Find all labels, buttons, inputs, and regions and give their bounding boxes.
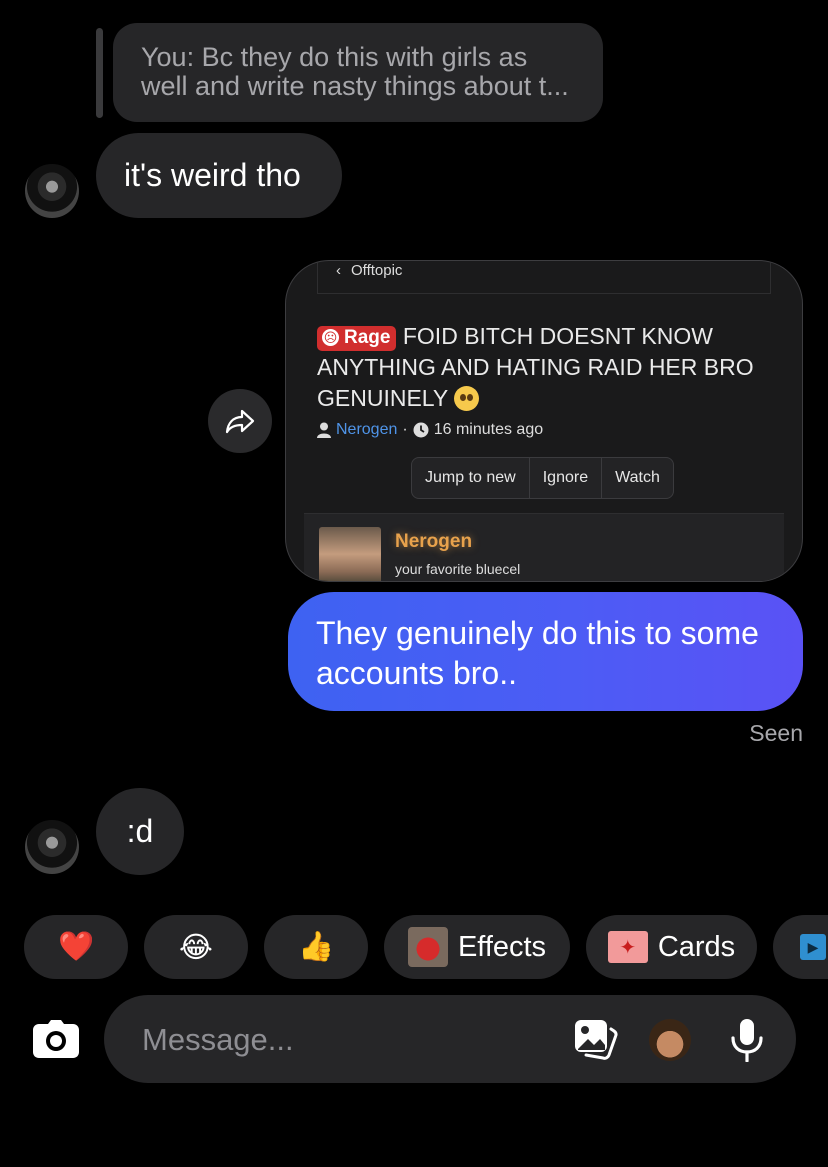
gallery-button[interactable] [573,1017,619,1063]
reply-quote-line-1: You: Bc they do this with girls as [141,43,528,72]
incoming-message-text: :d [126,813,154,849]
poster-avatar[interactable] [319,527,381,581]
forward-button[interactable] [208,389,272,453]
reply-indicator-bar [96,28,103,118]
play-icon: ▶ [800,934,826,960]
gallery-icon [575,1020,618,1060]
thread-author-link[interactable]: Nerogen [336,421,397,439]
thread-title[interactable]: ☹ Rage FOID BITCH DOESNT KNOW ANYTHING A… [317,321,767,414]
more-reactions-button[interactable]: ▶ [773,915,828,979]
message-composer [104,995,796,1083]
quick-reaction-thumbs-up[interactable]: 👍 [264,915,368,979]
reply-quote[interactable]: You: Bc they do this with girls as well … [113,23,603,122]
laughing-face-icon: 😂 [179,931,213,964]
thread-title-line-1: FOID BITCH DOESNT KNOW [402,323,713,349]
cards-label: Cards [657,930,736,963]
thread-title-line-2: ANYTHING AND HATING RAID HER BRO [317,354,754,380]
rage-badge: ☹ Rage [317,325,397,351]
sender-avatar[interactable] [25,820,79,874]
incoming-message[interactable]: it's weird tho [96,133,342,218]
effects-icon [407,927,448,967]
sticker-button[interactable] [647,1017,693,1063]
angry-face-icon: ☹ [322,329,339,346]
quick-reaction-laugh[interactable]: 😂 [144,915,248,979]
breadcrumb[interactable]: ‹ Offtopic [336,262,402,279]
incoming-message[interactable]: :d [96,788,184,875]
user-icon [317,422,331,438]
quick-reaction-heart[interactable]: ❤️ [24,915,128,979]
pleading-face-icon [454,386,480,411]
rage-badge-label: Rage [344,326,391,348]
shared-post-card[interactable]: ‹ Offtopic ☹ Rage FOID BITCH DOESNT KNOW… [285,260,803,582]
clock-icon [413,422,429,438]
poster-name[interactable]: Nerogen [395,531,472,553]
breadcrumb-label: Offtopic [351,262,403,279]
gift-card-icon: ✦ [607,931,648,963]
voice-message-button[interactable] [724,1017,770,1063]
poster-subtitle: your favorite bluecel [395,561,521,577]
chevron-left-icon: ‹ [336,262,341,279]
forward-icon [225,409,255,434]
outgoing-message-line-2: accounts bro.. [316,655,517,691]
thread-time: 16 minutes ago [433,421,544,438]
thumbs-up-icon: 👍 [297,931,335,963]
outgoing-message-line-1: They genuinely do this to some [316,615,759,651]
ignore-button[interactable]: Ignore [530,458,603,498]
thread-actions: Jump to new Ignore Watch [411,457,674,499]
memoji-icon [649,1019,691,1061]
seen-status: Seen [749,720,803,746]
thread-meta: Nerogen · 16 minutes ago [317,421,543,439]
jump-to-new-button[interactable]: Jump to new [412,458,530,498]
microphone-icon [731,1019,763,1062]
incoming-message-text: it's weird tho [124,157,301,193]
effects-label: Effects [457,930,547,963]
meta-separator: · [402,421,408,438]
message-input[interactable] [140,1019,524,1061]
camera-icon [33,1020,79,1058]
sender-avatar[interactable] [25,164,79,218]
reply-quote-line-2: well and write nasty things about t... [141,72,569,101]
effects-button[interactable]: Effects [384,915,570,979]
watch-button[interactable]: Watch [602,458,673,498]
cards-button[interactable]: ✦ Cards [586,915,757,979]
heart-icon: ❤️ [57,931,95,963]
outgoing-message[interactable]: They genuinely do this to some accounts … [288,592,803,711]
thread-title-line-3: GENUINELY [317,385,448,411]
camera-button[interactable] [26,1009,86,1069]
